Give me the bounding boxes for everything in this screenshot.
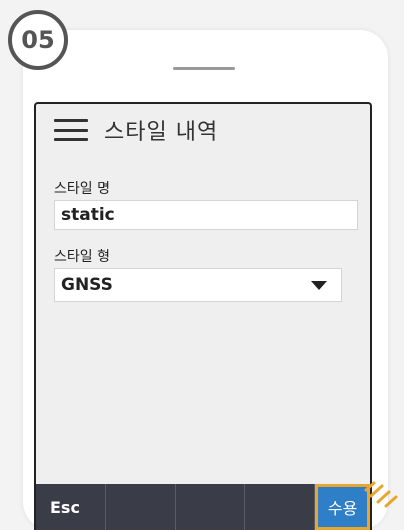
- app-header: 스타일 내역: [36, 104, 370, 156]
- toolbar-slot-4[interactable]: [245, 484, 316, 530]
- style-type-label: 스타일 형: [54, 249, 110, 265]
- phone-frame: 스타일 내역 스타일 명 static 스타일 형 GNSS Esc 수용: [23, 30, 388, 530]
- toolbar-slot-2[interactable]: [106, 484, 176, 530]
- tap-hand-icon: [364, 481, 398, 508]
- phone-speaker: [173, 67, 235, 70]
- app-screen: 스타일 내역 스타일 명 static 스타일 형 GNSS Esc 수용: [34, 102, 372, 530]
- style-type-select[interactable]: GNSS: [54, 268, 342, 302]
- style-type-value: GNSS: [61, 275, 113, 295]
- page-title: 스타일 내역: [104, 120, 219, 145]
- bottom-toolbar: Esc 수용: [36, 484, 370, 530]
- style-name-label: 스타일 명: [54, 181, 110, 197]
- style-name-input[interactable]: static: [54, 200, 358, 230]
- chevron-down-icon: [311, 280, 327, 290]
- hamburger-menu-icon[interactable]: [54, 119, 88, 141]
- toolbar-slot-3[interactable]: [176, 484, 246, 530]
- esc-button[interactable]: Esc: [36, 484, 106, 530]
- step-badge: 05: [8, 10, 68, 70]
